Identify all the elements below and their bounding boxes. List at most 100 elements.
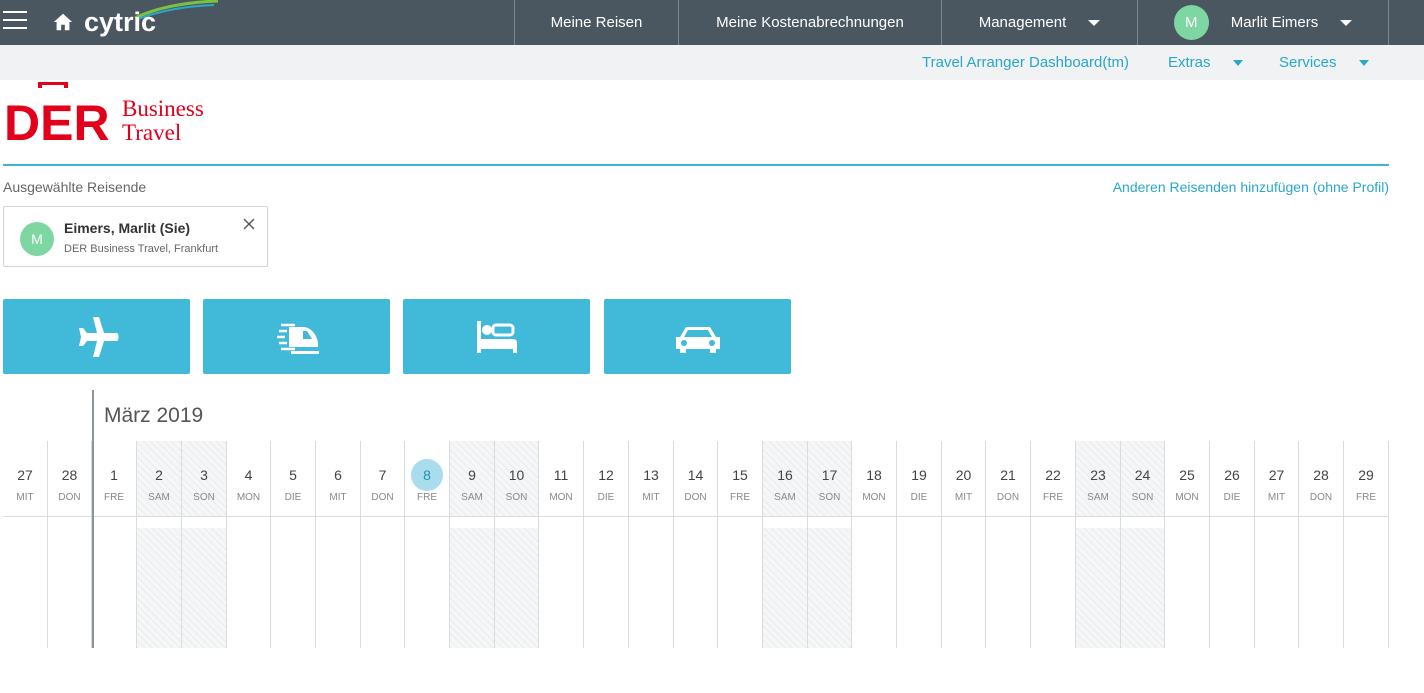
calendar-day[interactable]: 25 MON: [1165, 441, 1210, 648]
cytric-logo[interactable]: cytric: [84, 4, 156, 40]
calendar-day-number: 29: [1358, 467, 1374, 483]
calendar-gap: [3, 517, 47, 528]
calendar-weekday: SAM: [1087, 492, 1109, 503]
calendar-day[interactable]: 8 FRE: [405, 441, 450, 648]
calendar-gap: [1076, 517, 1120, 528]
calendar-day[interactable]: 5 DIE: [271, 441, 316, 648]
calendar-day[interactable]: 7 DON: [361, 441, 405, 648]
calendar-weekday: MIT: [1267, 492, 1286, 503]
calendar-day[interactable]: 9 SAM: [450, 441, 495, 648]
calendar-day[interactable]: 10 SON: [495, 441, 539, 648]
menu-icon[interactable]: [3, 11, 27, 31]
calendar-gap: [986, 517, 1030, 528]
hotel-search-button[interactable]: [403, 299, 590, 374]
calendar-day-header: 14 DON: [674, 441, 717, 517]
calendar-day[interactable]: 27 MIT: [3, 441, 48, 648]
calendar-day[interactable]: 22 FRE: [1031, 441, 1076, 648]
calendar-day[interactable]: 17 SON: [808, 441, 852, 648]
calendar-day-header: 28 DON: [1299, 441, 1343, 517]
calendar-day-header: 28 DON: [48, 441, 91, 517]
calendar-day-number: 9: [468, 467, 476, 483]
calendar-day[interactable]: 28 DON: [1299, 441, 1344, 648]
calendar-day-number: 24: [1134, 467, 1151, 483]
calendar-weekday: MIT: [329, 492, 347, 503]
calendar-grid: 27 MIT 28 DON 1 FRE 2 SAM 3 SON 4 MON 5 DIE 6 MIT 7 DON 8 F…: [3, 441, 1389, 648]
calendar-day[interactable]: 24 SON: [1121, 441, 1165, 648]
calendar-weekday: SAM: [148, 492, 170, 503]
calendar-gap: [1165, 517, 1209, 528]
calendar-weekday: FRE: [1356, 492, 1376, 503]
calendar-day[interactable]: 12 DIE: [584, 441, 629, 648]
rail-search-button[interactable]: [203, 299, 390, 374]
calendar-day-header: 12 DIE: [584, 441, 628, 517]
calendar-day[interactable]: 20 MIT: [942, 441, 986, 648]
nav-extras[interactable]: Extras: [1168, 45, 1243, 80]
calendar-day[interactable]: 4 MON: [227, 441, 271, 648]
flight-search-button[interactable]: [3, 299, 190, 374]
calendar-day-header: 1 FRE: [92, 441, 136, 517]
calendar-gap: [1255, 517, 1298, 528]
chevron-down-icon: [1088, 19, 1101, 26]
avatar: M: [20, 222, 54, 256]
calendar-gap: [763, 517, 807, 528]
calendar-day[interactable]: 27 MIT: [1255, 441, 1299, 648]
secondary-navigation-bar: Travel Arranger Dashboard(tm) Extras Ser…: [0, 45, 1424, 80]
calendar-day[interactable]: 2 SAM: [137, 441, 182, 648]
calendar-day[interactable]: 18 MON: [852, 441, 897, 648]
nav-meine-kostenabrechnungen[interactable]: Meine Kostenabrechnungen: [678, 0, 941, 45]
calendar-weekday: DIE: [910, 492, 928, 503]
close-icon[interactable]: [242, 217, 256, 231]
calendar-day[interactable]: 28 DON: [48, 441, 92, 648]
calendar-day[interactable]: 6 MIT: [316, 441, 361, 648]
user-menu[interactable]: M Marlit Eimers: [1137, 0, 1389, 45]
calendar-day-number: 2: [155, 467, 163, 483]
calendar-day[interactable]: 3 SON: [182, 441, 227, 648]
subnav-label: Travel Arranger Dashboard(tm): [922, 54, 1130, 71]
calendar-day[interactable]: 16 SAM: [763, 441, 808, 648]
calendar-day[interactable]: 19 DIE: [897, 441, 942, 648]
calendar-day-header: 6 MIT: [316, 441, 360, 517]
avatar: M: [1173, 5, 1209, 40]
calendar-day-header: 15 FRE: [718, 441, 762, 517]
calendar-weekday: SON: [193, 492, 215, 503]
calendar-gap: [539, 517, 583, 528]
calendar-day-number: 28: [61, 467, 78, 483]
calendar-day[interactable]: 21 DON: [986, 441, 1031, 648]
calendar-day-number: 4: [244, 467, 253, 483]
brand-line2: Travel: [122, 120, 181, 144]
calendar-day-header: 2 SAM: [137, 441, 181, 517]
calendar-day[interactable]: 23 SAM: [1076, 441, 1121, 648]
calendar-day-number: 15: [732, 467, 748, 483]
chevron-down-icon: [1358, 59, 1369, 66]
calendar-day[interactable]: 26 DIE: [1210, 441, 1255, 648]
calendar-gap: [808, 517, 851, 528]
calendar-gap: [629, 517, 673, 528]
calendar-weekday: MON: [549, 492, 573, 503]
calendar-day-header: 27 MIT: [3, 441, 47, 517]
nav-services[interactable]: Services: [1279, 45, 1369, 80]
nav-management[interactable]: Management: [941, 0, 1137, 45]
top-navigation-bar: cytric Meine Reisen Meine Kostenabrechnu…: [0, 0, 1424, 45]
calendar-day[interactable]: 11 MON: [539, 441, 584, 648]
calendar-day[interactable]: 13 MIT: [629, 441, 674, 648]
nav-travel-arranger-dashboard[interactable]: Travel Arranger Dashboard(tm): [922, 45, 1129, 80]
car-search-button[interactable]: [604, 299, 791, 374]
month-separator: [92, 390, 94, 648]
calendar-day-header: 13 MIT: [629, 441, 673, 517]
traveller-card[interactable]: M Eimers, Marlit (Sie) DER Business Trav…: [3, 206, 268, 267]
calendar-gap: [495, 517, 538, 528]
calendar-gap: [271, 517, 315, 528]
calendar-day[interactable]: 29 FRE: [1344, 441, 1389, 648]
add-traveller-link[interactable]: Anderen Reisenden hinzufügen (ohne Profi…: [1113, 179, 1389, 195]
chevron-down-icon: [1232, 59, 1243, 66]
calendar-day[interactable]: 15 FRE: [718, 441, 763, 648]
calendar-weekday: SON: [1131, 492, 1154, 503]
nav-meine-reisen[interactable]: Meine Reisen: [514, 0, 678, 45]
calendar-day[interactable]: 1 FRE: [92, 441, 137, 648]
home-icon[interactable]: [52, 11, 74, 33]
calendar-day-number: 26: [1224, 467, 1240, 483]
airplane-icon: [78, 316, 118, 357]
calendar-gap: [852, 517, 896, 528]
calendar-day[interactable]: 14 DON: [674, 441, 718, 648]
calendar-day-number: 6: [334, 467, 342, 483]
